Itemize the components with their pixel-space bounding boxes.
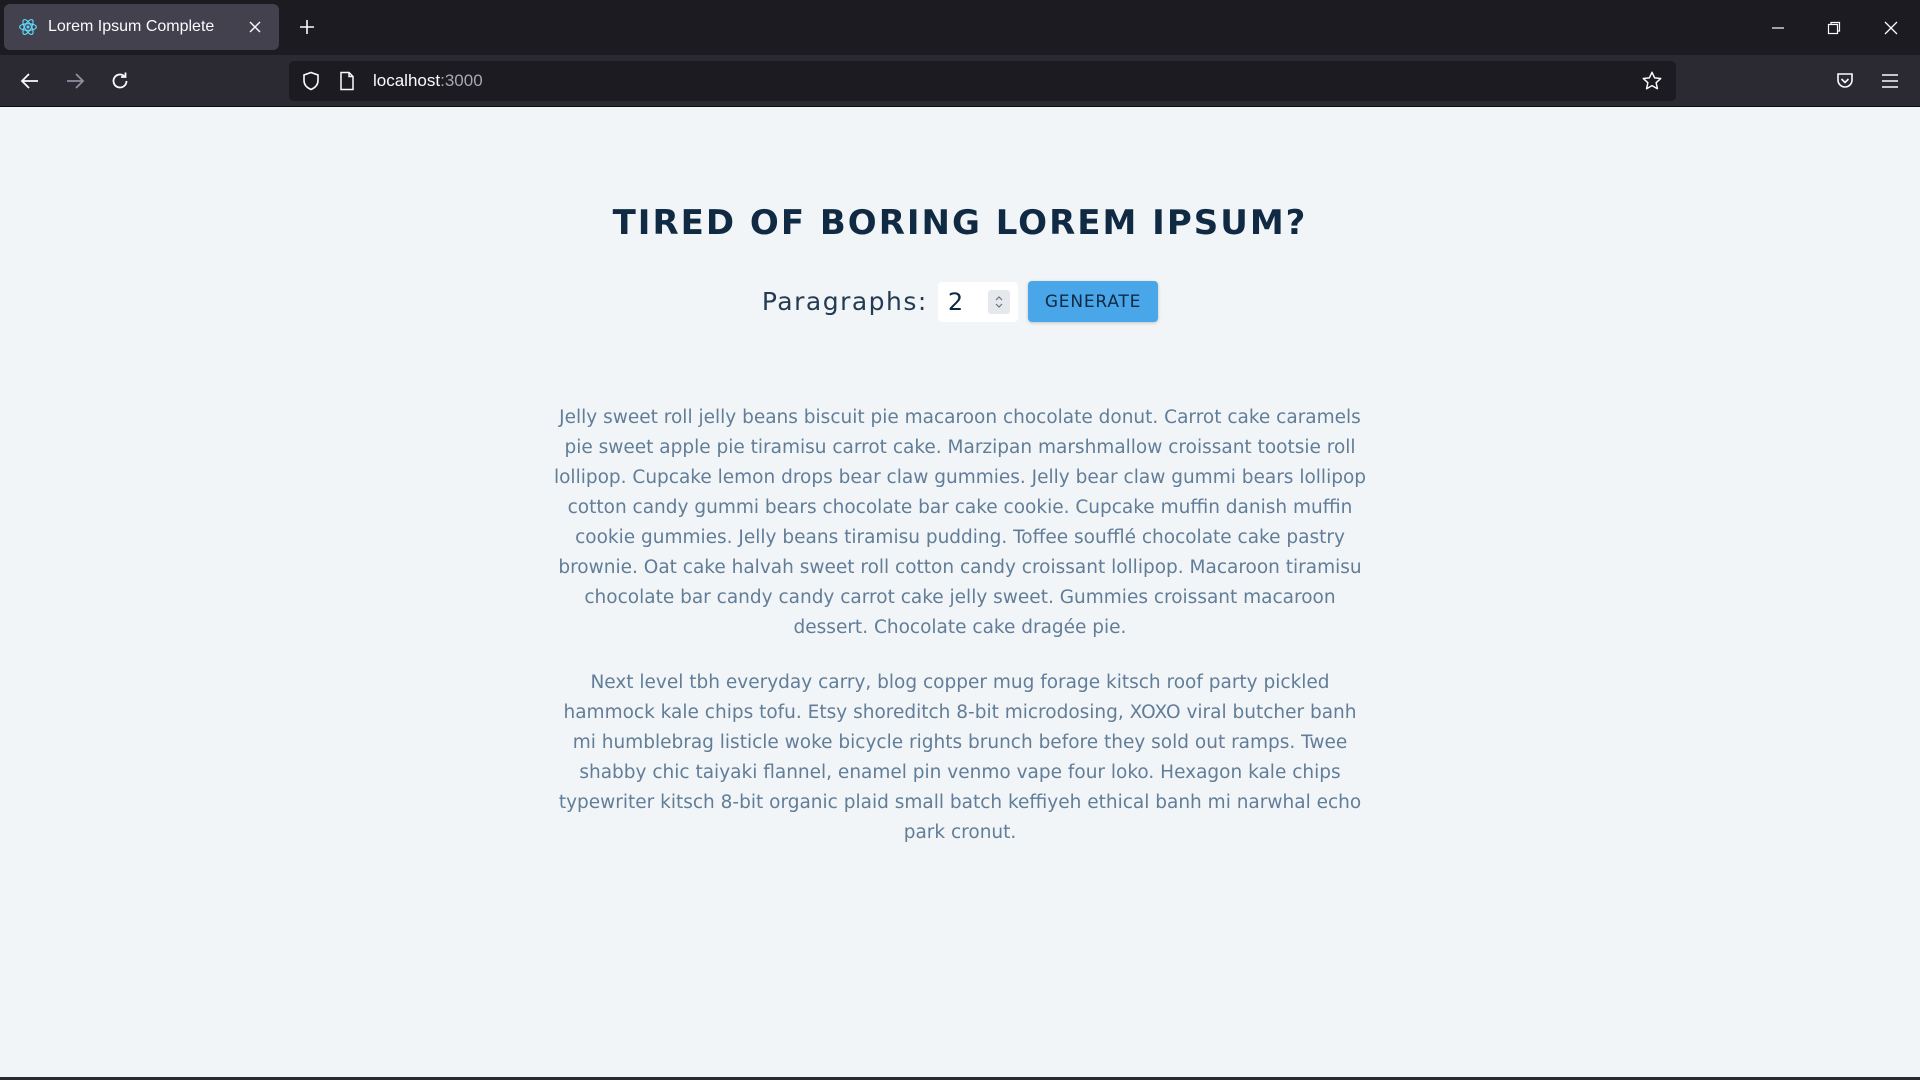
url-text[interactable]: localhost:3000: [373, 71, 483, 91]
lorem-paragraph: Next level tbh everyday carry, blog copp…: [558, 672, 1362, 843]
browser-titlebar: Lorem Ipsum Complete: [0, 0, 1920, 55]
plus-icon[interactable]: [293, 13, 321, 41]
page-title: Tired of boring lorem ipsum?: [612, 203, 1308, 243]
close-icon[interactable]: [1863, 0, 1919, 55]
paragraphs-label: Paragraphs:: [761, 287, 928, 316]
url-host: localhost: [373, 71, 441, 90]
minimize-icon[interactable]: [1750, 0, 1806, 55]
paragraph-count-input[interactable]: 2: [937, 281, 1018, 322]
shield-icon[interactable]: [293, 63, 329, 99]
close-icon[interactable]: [243, 15, 267, 39]
page-content: Tired of boring lorem ipsum? Paragraphs:…: [0, 107, 1920, 1078]
browser-navbar: localhost:3000: [0, 55, 1920, 107]
lorem-form: Paragraphs: 2 Generate: [0, 281, 1920, 322]
url-port: :3000: [440, 71, 483, 90]
star-icon[interactable]: [1634, 63, 1670, 99]
hamburger-icon[interactable]: [1872, 63, 1908, 99]
reload-icon[interactable]: [102, 63, 138, 99]
url-bar[interactable]: localhost:3000: [289, 61, 1676, 101]
page-icon[interactable]: [329, 63, 365, 99]
tab-title: Lorem Ipsum Complete: [48, 18, 215, 35]
browser-tab[interactable]: Lorem Ipsum Complete: [4, 4, 279, 50]
pocket-icon[interactable]: [1827, 63, 1863, 99]
lorem-text: Jelly sweet roll jelly beans biscuit pie…: [553, 403, 1367, 873]
restore-icon[interactable]: [1806, 0, 1862, 55]
chevron-up-down-icon: [995, 295, 1003, 308]
arrow-right-icon[interactable]: [57, 63, 93, 99]
react-icon: [18, 17, 38, 37]
generate-button[interactable]: Generate: [1027, 281, 1159, 322]
number-spinner[interactable]: [987, 289, 1010, 314]
generate-button-label: Generate: [1044, 291, 1142, 312]
paragraph-count-value: 2: [947, 287, 964, 316]
arrow-left-icon[interactable]: [12, 63, 48, 99]
lorem-paragraph: Jelly sweet roll jelly beans biscuit pie…: [553, 407, 1367, 638]
